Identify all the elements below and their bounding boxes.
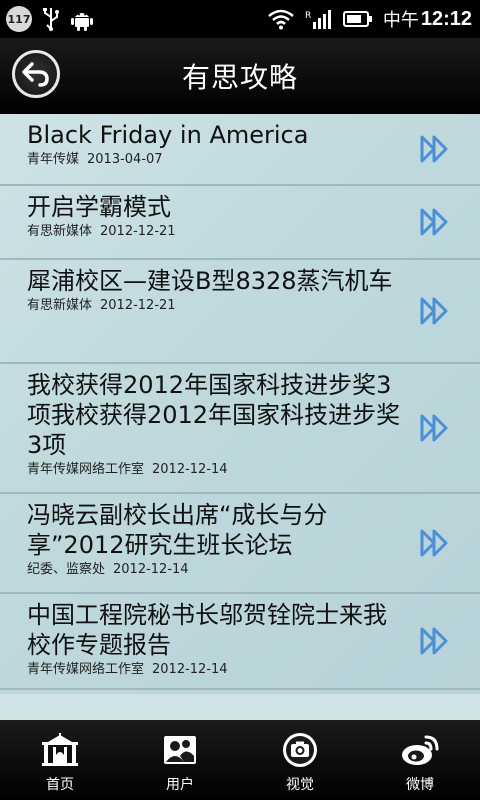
article-source: 青年传媒网络工作室: [27, 662, 145, 677]
tab-home[interactable]: 首页: [0, 720, 120, 800]
article-title: 中国工程院秘书长邬贺铨院士来我校作专题报告: [27, 601, 387, 659]
article-meta: 青年传媒网络工作室 2012-12-14: [27, 462, 404, 478]
article-date: 2013-04-07: [87, 152, 163, 167]
article-meta: 青年传媒网络工作室 2012-12-14: [27, 662, 404, 678]
list-item[interactable]: Black Friday in America 青年传媒 2013-04-07: [0, 114, 480, 186]
title-bar: 有思攻略: [0, 38, 480, 114]
svg-text:R: R: [305, 11, 311, 21]
tab-label: 视觉: [286, 777, 314, 793]
article-meta: 纪委、监察处 2012-12-14: [27, 562, 404, 578]
tab-visual[interactable]: 视觉: [240, 720, 360, 800]
article-date: 2012-12-14: [113, 562, 189, 577]
article-meta: 青年传媒 2013-04-07: [27, 152, 404, 168]
status-ampm: 中午: [382, 10, 419, 31]
article-title: 开启学霸模式: [27, 193, 171, 221]
tab-label: 微博: [406, 777, 434, 793]
back-arrow-icon: [22, 62, 49, 87]
weibo-icon: [400, 732, 440, 768]
double-arrow-icon[interactable]: [420, 208, 450, 236]
article-meta: 有思新媒体 2012-12-21: [27, 298, 404, 314]
home-gate-icon: [40, 732, 80, 768]
list-item[interactable]: 我校获得2012年国家科技进步奖3项我校获得2012年国家科技进步奖3项 青年传…: [0, 364, 480, 494]
article-title: 犀浦校区—建设B型8328蒸汽机车: [27, 267, 393, 295]
wifi-icon: [267, 8, 295, 30]
article-title: Black Friday in America: [27, 121, 309, 149]
article-source: 纪委、监察处: [27, 562, 106, 577]
double-arrow-icon[interactable]: [420, 297, 450, 325]
signal-icon: R: [305, 8, 333, 30]
article-meta: 有思新媒体 2012-12-21: [27, 224, 404, 240]
article-list: Black Friday in America 青年传媒 2013-04-07 开…: [0, 114, 480, 694]
article-source: 有思新媒体: [27, 224, 93, 239]
tab-weibo[interactable]: 微博: [360, 720, 480, 800]
article-date: 2012-12-21: [100, 224, 176, 239]
tab-label: 首页: [46, 777, 74, 793]
article-title: 我校获得2012年国家科技进步奖3项我校获得2012年国家科技进步奖3项: [27, 371, 401, 459]
tab-users[interactable]: 用户: [120, 720, 240, 800]
camera-icon: [280, 732, 320, 768]
article-source: 青年传媒网络工作室: [27, 462, 145, 477]
android-icon: [70, 7, 94, 31]
users-icon: [160, 732, 200, 768]
double-arrow-icon[interactable]: [420, 414, 450, 442]
list-item[interactable]: 开启学霸模式 有思新媒体 2012-12-21: [0, 186, 480, 260]
double-arrow-icon[interactable]: [420, 529, 450, 557]
battery-icon: [342, 10, 373, 28]
status-bar: 117 R 中午 12:12: [0, 0, 480, 38]
list-item[interactable]: 犀浦校区—建设B型8328蒸汽机车 有思新媒体 2012-12-21: [0, 260, 480, 364]
article-title: 冯晓云副校长出席“成长与分享”2012研究生班长论坛: [27, 501, 328, 559]
status-time: 12:12: [420, 7, 472, 30]
article-source: 有思新媒体: [27, 298, 93, 313]
notification-count-badge: 117: [6, 6, 32, 32]
article-list-area: Black Friday in America 青年传媒 2013-04-07 开…: [0, 114, 480, 720]
page-title: 有思攻略: [181, 61, 298, 94]
article-date: 2012-12-14: [152, 462, 228, 477]
double-arrow-icon[interactable]: [420, 627, 450, 655]
bottom-tab-bar: 首页 用户 视觉 微博: [0, 720, 480, 800]
usb-icon: [42, 7, 60, 31]
back-button[interactable]: [12, 50, 60, 98]
article-date: 2012-12-21: [100, 298, 176, 313]
tab-label: 用户: [166, 777, 194, 793]
article-source: 青年传媒: [27, 152, 80, 167]
list-item[interactable]: 冯晓云副校长出席“成长与分享”2012研究生班长论坛 纪委、监察处 2012-12…: [0, 494, 480, 594]
double-arrow-icon[interactable]: [420, 135, 450, 163]
list-item[interactable]: 中国工程院秘书长邬贺铨院士来我校作专题报告 青年传媒网络工作室 2012-12-1…: [0, 594, 480, 690]
list-bottom-strip: [0, 694, 480, 720]
article-date: 2012-12-14: [152, 662, 228, 677]
